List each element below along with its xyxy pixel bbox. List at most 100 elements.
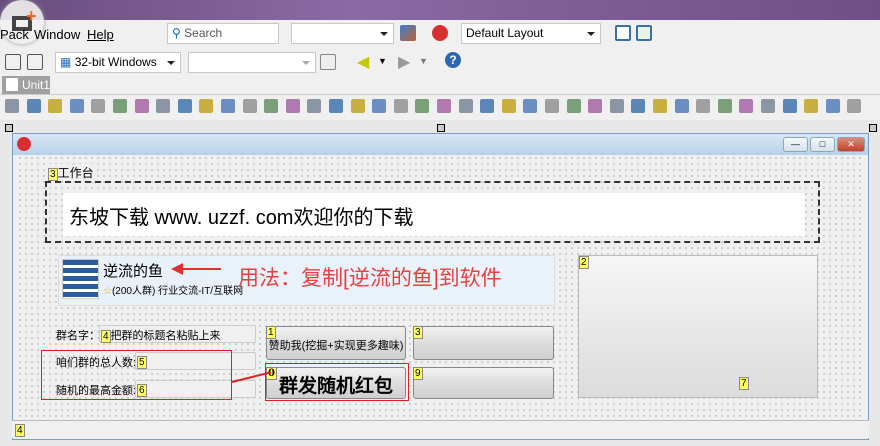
align-tool-icon[interactable]	[566, 99, 581, 113]
align-tool-icon[interactable]	[501, 99, 516, 113]
save-layout-icon[interactable]	[615, 25, 631, 41]
align-tool-icon[interactable]	[653, 99, 667, 113]
align-tool-icon[interactable]	[415, 99, 430, 113]
globe-icon[interactable]	[400, 25, 416, 41]
align-tool-icon[interactable]	[696, 99, 711, 113]
align-tool-icon[interactable]	[134, 99, 149, 113]
maximize-button[interactable]: □	[810, 137, 835, 152]
designed-form: — □ ✕ 3 工作台 东坡下载 www. uzzf. com欢迎你的下载 逆流的…	[12, 133, 869, 440]
align-tool-icon[interactable]	[804, 99, 819, 113]
button-9[interactable]: 9	[413, 367, 554, 399]
form-titlebar: — □ ✕	[13, 134, 868, 155]
align-tool-icon[interactable]	[674, 99, 689, 113]
align-tool-icon[interactable]	[307, 99, 322, 113]
config-combo[interactable]	[188, 52, 316, 73]
align-tool-icon[interactable]	[285, 99, 300, 113]
group-label-text: 工作台	[57, 166, 94, 180]
search-icon: ⚲	[172, 26, 181, 40]
back-dropdown-icon[interactable]: ▼	[378, 56, 387, 66]
align-tool-icon[interactable]	[329, 99, 343, 113]
arrow-head	[171, 263, 183, 275]
tab-order-marker: 3	[48, 168, 58, 181]
align-tool-icon[interactable]	[91, 99, 106, 113]
align-tool-icon[interactable]	[782, 99, 797, 113]
button-3[interactable]: 3	[413, 326, 554, 360]
forward-arrow-icon[interactable]: ▶	[398, 52, 410, 72]
align-tool-icon[interactable]	[631, 99, 646, 113]
align-tool-icon[interactable]	[242, 99, 257, 113]
project-manager-icon[interactable]	[27, 54, 43, 70]
embarcadero-icon[interactable]	[432, 25, 448, 41]
align-tool-icon[interactable]	[221, 99, 235, 113]
align-tool-icon[interactable]	[199, 99, 214, 113]
align-tool-icon[interactable]	[5, 99, 19, 113]
resize-handle[interactable]	[869, 124, 877, 132]
tab-order-marker: 3	[413, 326, 423, 339]
align-tool-icon[interactable]	[761, 99, 775, 113]
align-tool-icon[interactable]	[739, 99, 754, 113]
align-tool-icon[interactable]	[393, 99, 408, 113]
minimize-button[interactable]: —	[783, 137, 808, 152]
workbench-label: 3 工作台	[48, 164, 94, 181]
align-tool-icon[interactable]	[69, 99, 84, 113]
form-icon	[17, 137, 31, 151]
forward-dropdown-icon[interactable]: ▼	[419, 56, 428, 66]
align-tool-icon[interactable]	[458, 99, 473, 113]
align-tool-icon[interactable]	[717, 99, 732, 113]
tab-order-marker: 4	[101, 330, 111, 343]
align-tool-icon[interactable]	[350, 99, 365, 113]
menu-window[interactable]: Window	[34, 27, 80, 42]
help-icon[interactable]: ?	[445, 52, 461, 68]
align-tool-icon[interactable]	[437, 99, 451, 113]
search-placeholder: Search	[184, 26, 223, 40]
divider	[0, 94, 880, 95]
align-tool-icon[interactable]	[264, 99, 279, 113]
menu-help[interactable]: Help	[87, 27, 114, 42]
align-tool-icon[interactable]	[825, 99, 840, 113]
windows-icon: ▦	[60, 55, 72, 69]
align-tool-icon[interactable]	[588, 99, 603, 113]
device-icon[interactable]	[320, 54, 336, 70]
back-arrow-icon[interactable]: ◀	[357, 52, 369, 72]
align-tool-icon[interactable]	[523, 99, 538, 113]
group-name: 逆流的鱼	[103, 263, 164, 280]
resize-handle[interactable]	[5, 124, 13, 132]
align-tool-icon[interactable]	[847, 99, 862, 113]
annotation-box	[265, 363, 409, 401]
layout-combo[interactable]: Default Layout	[461, 23, 601, 44]
align-tool-icon[interactable]	[113, 99, 127, 113]
resize-handle[interactable]	[437, 124, 445, 132]
banner-edit[interactable]: 东坡下载 www. uzzf. com欢迎你的下载	[63, 193, 805, 236]
sponsor-button[interactable]: 1 赞助我(挖掘+实现更多趣味)	[266, 326, 406, 360]
form-body: 3 工作台 东坡下载 www. uzzf. com欢迎你的下载 逆流的鱼 ☆(20…	[17, 155, 864, 437]
banner-text: 东坡下载 www. uzzf. com欢迎你的下载	[69, 207, 414, 229]
group-name-value: 把群的标题名粘贴上来	[110, 330, 221, 342]
layout-value: Default Layout	[466, 26, 544, 40]
platform-combo[interactable]: ▦ 32-bit Windows	[55, 52, 181, 73]
tab-order-marker: 4	[15, 424, 25, 437]
platform-value: 32-bit Windows	[74, 55, 157, 69]
group-name-edit[interactable]: 4 把群的标题名粘贴上来	[99, 325, 256, 343]
tab-order-marker: 2	[579, 256, 589, 269]
status-bar: 4	[12, 420, 869, 438]
align-tool-icon[interactable]	[480, 99, 495, 113]
menu-pack[interactable]: Pack	[0, 27, 29, 42]
align-tool-icon[interactable]	[609, 99, 624, 113]
annotation-box	[41, 350, 232, 400]
tab-unit1[interactable]: Unit1	[2, 76, 50, 94]
unit-file-icon	[6, 78, 18, 91]
open-project-icon[interactable]	[5, 54, 21, 70]
apply-layout-icon[interactable]	[636, 25, 652, 41]
align-tool-icon[interactable]	[372, 99, 387, 113]
sponsor-label: 赞助我(挖掘+实现更多趣味)	[268, 340, 404, 352]
align-tool-icon[interactable]	[48, 99, 63, 113]
align-tool-icon[interactable]	[156, 99, 171, 113]
align-tool-icon[interactable]	[26, 99, 41, 113]
align-tool-icon[interactable]	[177, 99, 192, 113]
usage-text: 用法：复制[逆流的鱼]到软件	[238, 267, 502, 290]
search-scope-combo[interactable]	[291, 23, 394, 44]
group-info: (200人群) 行业交流-IT/互联网	[111, 286, 244, 297]
align-tool-icon[interactable]	[545, 99, 559, 113]
close-button[interactable]: ✕	[837, 137, 865, 152]
search-input[interactable]: ⚲ Search	[167, 23, 279, 44]
